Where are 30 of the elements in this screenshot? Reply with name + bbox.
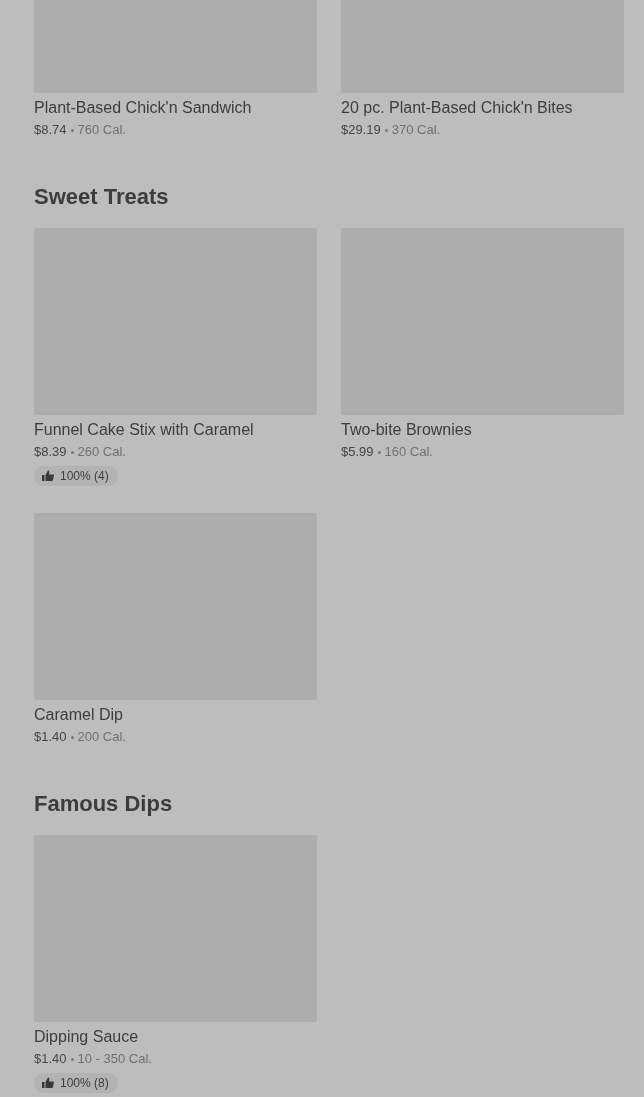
item-calories: 10 - 350 Cal. [77, 1050, 152, 1068]
rating-text: 100% (8) [60, 1075, 109, 1091]
section-heading: Famous Dips [34, 790, 174, 818]
separator-dot [70, 450, 74, 454]
item-price: $29.19 [341, 121, 381, 139]
item-calories: 760 Cal. [77, 121, 126, 139]
item-price: $1.40 [34, 1050, 67, 1068]
item-name[interactable]: 20 pc. Plant-Based Chick'n Bites [341, 98, 624, 118]
item-name[interactable]: Plant-Based Chick'n Sandwich [34, 98, 317, 118]
separator-dot [384, 128, 388, 132]
item-price: $1.40 [34, 728, 67, 746]
item-calories: 260 Cal. [77, 443, 126, 461]
separator-dot [70, 1057, 74, 1061]
item-name[interactable]: Dipping Sauce [34, 1027, 317, 1047]
item-name[interactable]: Funnel Cake Stix with Caramel [34, 420, 317, 440]
item-calories: 370 Cal. [391, 121, 441, 139]
item-name[interactable]: Two-bite Brownies [341, 420, 624, 440]
rating-text: 100% (4) [60, 468, 109, 484]
item-name[interactable]: Caramel Dip [34, 705, 317, 725]
item-price: $5.99 [341, 443, 374, 461]
item-calories: 160 Cal. [384, 443, 433, 461]
separator-dot [70, 735, 74, 739]
separator-dot [377, 450, 381, 454]
section-heading: Sweet Treats [34, 183, 170, 211]
separator-dot [70, 128, 74, 132]
thumbs-up-icon [42, 470, 54, 482]
item-price: $8.74 [34, 121, 67, 139]
thumbs-up-icon [42, 1077, 54, 1089]
item-price: $8.39 [34, 443, 67, 461]
item-calories: 200 Cal. [77, 728, 126, 746]
